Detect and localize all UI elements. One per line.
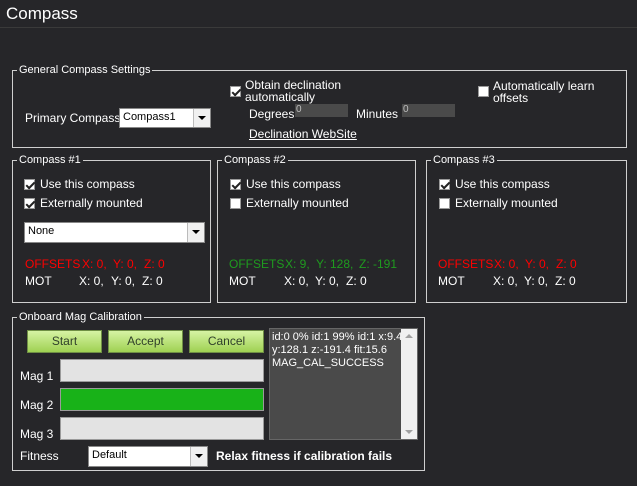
external-compass-2-checkbox[interactable]	[230, 198, 241, 209]
mot-label: MOT	[438, 274, 465, 288]
chevron-down-icon[interactable]	[187, 223, 204, 242]
offsets-y: Y: 0,	[113, 257, 138, 271]
use-compass-1-label: Use this compass	[40, 177, 135, 191]
mag-3-label: Mag 3	[20, 427, 54, 441]
mot-z: Z: 0	[142, 274, 163, 288]
external-compass-2-label: Externally mounted	[246, 196, 349, 210]
group-legend: Onboard Mag Calibration	[19, 311, 142, 323]
mot-z: Z: 0	[346, 274, 367, 288]
log-scrollbar[interactable]	[401, 329, 417, 439]
log-line: y:128.1 z:-191.4 fit:15.6	[272, 344, 387, 356]
fitness-dropdown[interactable]: Default	[88, 446, 208, 467]
cancel-button[interactable]: Cancel	[189, 330, 264, 353]
log-line: MAG_CAL_SUCCESS	[272, 357, 384, 369]
external-compass-1-checkbox[interactable]	[24, 198, 35, 209]
offsets-label: OFFSETS	[438, 257, 494, 271]
dropdown-value: Default	[92, 449, 127, 461]
chevron-down-icon[interactable]	[190, 447, 207, 466]
calibration-log[interactable]: id:0 0% id:1 99% id:1 x:9.4 y:128.1 z:-1…	[269, 328, 418, 440]
degrees-input[interactable]: 0	[295, 104, 348, 117]
offsets-y: Y: 0,	[525, 257, 550, 271]
log-line: id:0 0% id:1 99% id:1 x:9.4	[272, 331, 403, 343]
scroll-up-icon[interactable]	[405, 332, 413, 340]
mag-1-progress-bar	[60, 359, 264, 382]
use-compass-2-checkbox[interactable]	[230, 179, 241, 190]
mot-x: X: 0,	[493, 274, 518, 288]
offsets-label: OFFSETS	[25, 257, 81, 271]
offsets-z: Z: 0	[556, 257, 577, 271]
mag-3-progress-bar	[60, 417, 264, 440]
mot-x: X: 0,	[284, 274, 309, 288]
page-title: Compass	[6, 4, 78, 23]
declination-website-link[interactable]: Declination WebSite	[249, 127, 357, 141]
mot-y: Y: 0,	[111, 274, 136, 288]
use-compass-1-checkbox[interactable]	[24, 179, 35, 190]
degrees-value: 0	[296, 104, 302, 115]
minutes-input[interactable]: 0	[402, 104, 455, 117]
primary-compass-dropdown[interactable]: Compass1	[119, 108, 211, 128]
fitness-label: Fitness	[20, 449, 59, 463]
use-compass-2-label: Use this compass	[246, 177, 341, 191]
offsets-y: Y: 128,	[316, 257, 354, 271]
start-button[interactable]: Start	[27, 330, 102, 353]
mot-label: MOT	[229, 274, 256, 288]
mot-y: Y: 0,	[524, 274, 549, 288]
dropdown-value: None	[28, 225, 55, 237]
group-legend: General Compass Settings	[19, 64, 151, 76]
auto-learn-offsets-label: Automatically learn offsets	[493, 79, 595, 105]
obtain-declination-label: Obtain declination automatically	[245, 78, 342, 104]
mag-2-progress-fill	[61, 389, 263, 410]
external-compass-1-label: Externally mounted	[40, 196, 143, 210]
group-legend: Compass #1	[19, 154, 81, 166]
mot-label: MOT	[25, 274, 52, 288]
primary-compass-label: Primary Compass:	[25, 111, 124, 125]
mag-2-progress-bar	[60, 388, 264, 411]
group-legend: Compass #2	[224, 154, 286, 166]
minutes-label: Minutes	[356, 107, 399, 121]
scroll-down-icon[interactable]	[405, 428, 413, 436]
external-compass-3-label: Externally mounted	[455, 196, 558, 210]
mot-x: X: 0,	[79, 274, 104, 288]
use-compass-3-checkbox[interactable]	[439, 179, 450, 190]
degrees-label: Degrees	[249, 107, 295, 121]
offsets-x: X: 0,	[82, 257, 107, 271]
chevron-down-icon[interactable]	[193, 109, 210, 127]
mot-y: Y: 0,	[315, 274, 340, 288]
offsets-z: Z: 0	[144, 257, 165, 271]
accept-button[interactable]: Accept	[108, 330, 183, 353]
use-compass-3-label: Use this compass	[455, 177, 550, 191]
offsets-z: Z: -191	[359, 257, 398, 271]
auto-learn-offsets-checkbox[interactable]	[478, 86, 489, 97]
offsets-x: X: 0,	[494, 257, 519, 271]
mag-2-label: Mag 2	[20, 398, 54, 412]
minutes-value: 0	[403, 104, 409, 115]
offsets-label: OFFSETS	[229, 257, 285, 271]
dropdown-value: Compass1	[123, 111, 176, 123]
group-legend: Compass #3	[433, 154, 495, 166]
orientation-dropdown[interactable]: None	[24, 222, 205, 243]
relax-fitness-label: Relax fitness if calibration fails	[216, 449, 393, 463]
offsets-x: X: 9,	[285, 257, 310, 271]
mag-1-label: Mag 1	[20, 369, 54, 383]
external-compass-3-checkbox[interactable]	[439, 198, 450, 209]
mot-z: Z: 0	[555, 274, 576, 288]
obtain-declination-checkbox[interactable]	[230, 86, 241, 97]
title-bar	[0, 0, 637, 28]
